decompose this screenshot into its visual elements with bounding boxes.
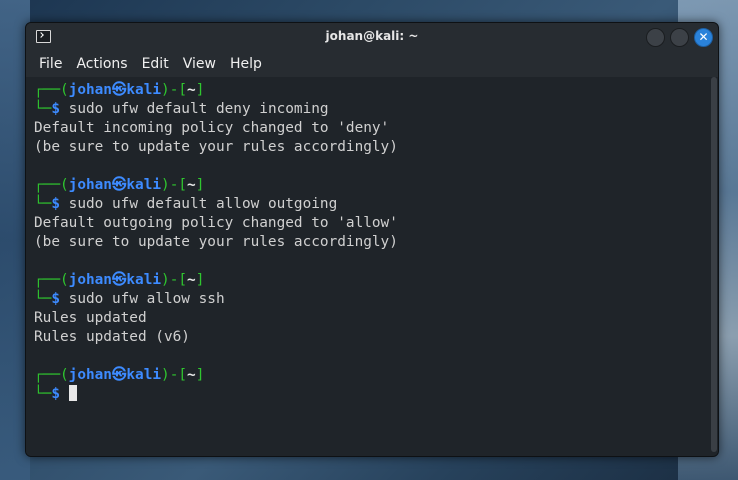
scrollbar-thumb[interactable] [711, 77, 717, 452]
menu-help[interactable]: Help [223, 51, 269, 77]
maximize-icon[interactable] [670, 28, 689, 47]
prompt-line: ┌──(johan㉿kali)-[~] [34, 272, 205, 288]
command-line: └─$ sudo ufw default allow outgoing [34, 196, 338, 212]
window-title: johan@kali: ~ [325, 29, 419, 43]
terminal-output[interactable]: ┌──(johan㉿kali)-[~] └─$ sudo ufw default… [26, 77, 710, 456]
output-line: (be sure to update your rules accordingl… [34, 234, 398, 250]
output-line: Rules updated [34, 310, 147, 326]
output-line: Rules updated (v6) [34, 329, 190, 345]
menu-actions[interactable]: Actions [69, 51, 134, 77]
close-icon[interactable]: ✕ [694, 28, 713, 47]
text-cursor [68, 385, 77, 401]
current-command-line[interactable]: └─$ [34, 385, 710, 404]
command-line: └─$ sudo ufw default deny incoming [34, 101, 329, 117]
output-line: (be sure to update your rules accordingl… [34, 139, 398, 155]
menubar: File Actions Edit View Help [26, 51, 718, 77]
menu-view[interactable]: View [176, 51, 223, 77]
output-line: Default outgoing policy changed to 'allo… [34, 215, 398, 231]
command-line: └─$ sudo ufw allow ssh [34, 291, 225, 307]
scrollbar[interactable] [710, 77, 718, 456]
minimize-icon[interactable] [646, 28, 665, 47]
prompt-line: ┌──(johan㉿kali)-[~] [34, 367, 205, 383]
terminal-window: johan@kali: ~ ✕ File Actions Edit View H… [25, 22, 719, 457]
menu-edit[interactable]: Edit [135, 51, 176, 77]
prompt-line: ┌──(johan㉿kali)-[~] [34, 82, 205, 98]
menu-file[interactable]: File [32, 51, 69, 77]
titlebar[interactable]: johan@kali: ~ ✕ [26, 23, 718, 51]
prompt-line: ┌──(johan㉿kali)-[~] [34, 177, 205, 193]
output-line: Default incoming policy changed to 'deny… [34, 120, 390, 136]
